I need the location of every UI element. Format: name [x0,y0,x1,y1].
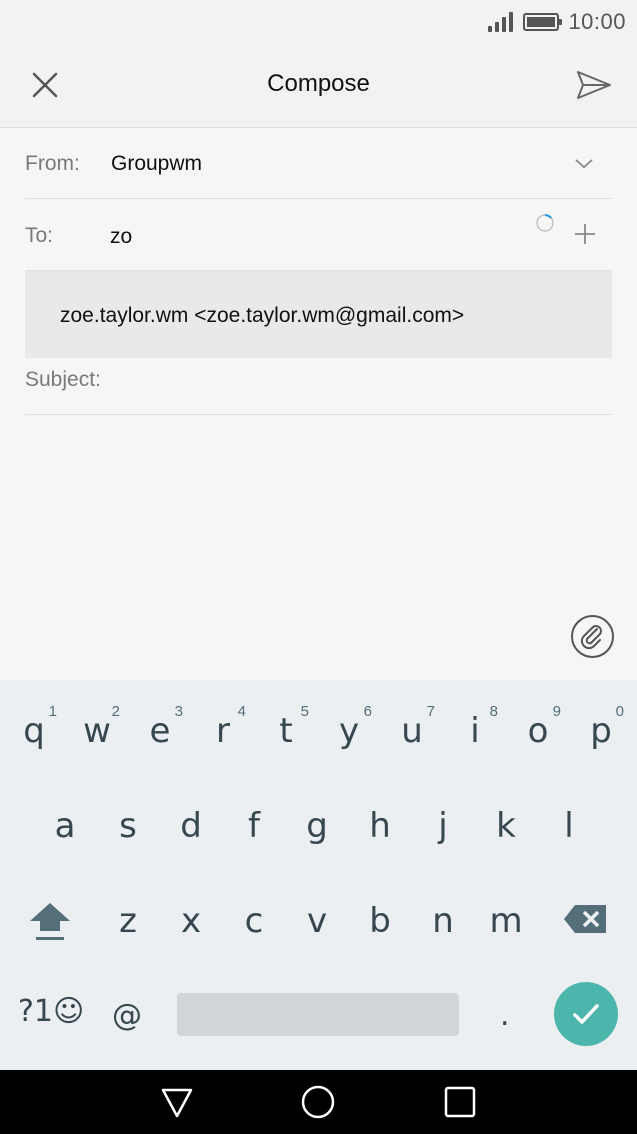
add-recipient-button[interactable] [572,221,598,247]
key-n[interactable]: n [415,883,471,953]
key-label: e [149,711,171,751]
send-button[interactable] [569,63,619,113]
key-j[interactable]: j [415,788,471,858]
key-label: u [401,711,423,751]
enter-button[interactable] [554,982,618,1046]
from-row: From: Groupwm [25,128,612,199]
key-label: l [564,806,574,846]
key-k[interactable]: k [478,788,534,858]
from-dropdown[interactable] [572,152,596,176]
key-label: o [527,711,549,751]
key-label: b [369,901,391,941]
key-label: d [180,806,202,846]
key-label: f [248,806,260,846]
key-a[interactable]: a [37,788,93,858]
home-button[interactable] [300,1084,336,1120]
key-label: c [244,901,264,941]
keyboard: 1q2w3e4r5t6y7u8i9o0p a s d f g h j k l z x c v b nm ?… [0,680,637,1070]
backspace-icon [564,905,606,933]
to-input[interactable]: zo [110,225,132,249]
key-h[interactable]: h [352,788,408,858]
from-account[interactable]: Groupwm [111,152,202,176]
key-label: i [470,711,480,751]
key-label: h [369,806,391,846]
key-z[interactable]: z [100,883,156,953]
page-title: Compose [267,70,370,97]
key-label: n [432,901,454,941]
key-m[interactable]: m [478,883,534,953]
key-c[interactable]: c [226,883,282,953]
shift-key[interactable] [22,883,78,953]
key-y[interactable]: 6y [321,693,377,763]
key-label: m [489,901,523,941]
recents-square-icon [444,1086,476,1118]
key-x[interactable]: x [163,883,219,953]
key-r[interactable]: 4r [195,693,251,763]
key-label: s [119,806,137,846]
checkmark-icon [573,1004,599,1024]
key-w[interactable]: 2w [69,693,125,763]
key-t[interactable]: 5t [258,693,314,763]
space-bar[interactable] [177,993,459,1036]
key-l[interactable]: l [541,788,597,858]
key-d[interactable]: d [163,788,219,858]
key-o[interactable]: 9o [510,693,566,763]
key-label: q [23,711,45,751]
at-key[interactable]: @ [112,998,142,1033]
key-g[interactable]: g [289,788,345,858]
key-label: t [279,711,293,751]
key-q[interactable]: 1q [6,693,62,763]
back-triangle-icon [161,1088,193,1118]
key-label: p [590,711,612,751]
subject-field[interactable]: Subject: [25,358,612,415]
key-label: a [54,806,76,846]
to-label: To: [25,224,54,247]
loading-spinner-icon [535,213,555,233]
key-label: j [438,806,448,846]
key-label: z [119,901,137,941]
attach-button[interactable] [570,614,615,659]
subject-label: Subject: [25,368,101,391]
key-s[interactable]: s [100,788,156,858]
recents-button[interactable] [442,1084,478,1120]
key-label: w [83,711,111,751]
key-label: x [180,901,202,941]
plus-icon [575,224,595,244]
chevron-down-icon [575,159,593,169]
key-i[interactable]: 8i [447,693,503,763]
navigation-bar [0,1070,637,1134]
symbols-key[interactable]: ?1☺ [18,994,84,1029]
key-label: v [306,901,328,941]
shift-icon [30,903,70,940]
backspace-key[interactable] [558,883,614,953]
paperclip-icon [571,615,614,658]
key-f[interactable]: f [226,788,282,858]
from-label: From: [25,152,80,175]
key-b[interactable]: b [352,883,408,953]
period-key[interactable]: . [500,998,510,1033]
status-icons: 10:00 [488,8,626,36]
key-p[interactable]: 0p [573,693,629,763]
status-time: 10:00 [568,9,626,34]
compose-header: Compose [0,46,637,128]
to-row: To: zo [25,199,612,271]
send-icon [577,71,611,99]
battery-icon [523,13,563,31]
home-circle-icon [301,1085,335,1119]
key-label: k [496,806,516,846]
key-label: y [338,711,360,751]
key-label: r [216,711,230,751]
key-e[interactable]: 3e [132,693,188,763]
key-u[interactable]: 7u [384,693,440,763]
status-bar: 10:00 [0,0,637,46]
key-v[interactable]: v [289,883,345,953]
signal-icon [488,12,514,32]
key-label: g [306,806,328,846]
contact-suggestion[interactable]: zoe.taylor.wm <zoe.taylor.wm@gmail.com> [25,271,612,358]
back-button[interactable] [159,1084,195,1120]
suggestion-text: zoe.taylor.wm <zoe.taylor.wm@gmail.com> [60,304,465,327]
